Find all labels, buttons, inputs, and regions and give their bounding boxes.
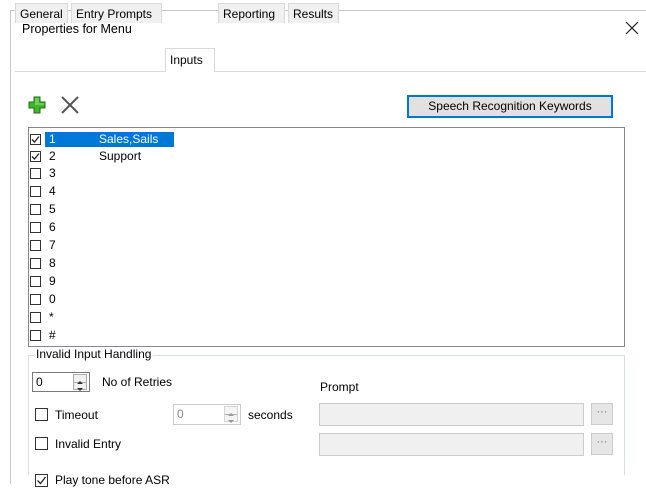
window-title: Properties for Menu <box>22 22 132 36</box>
input-key: 7 <box>49 238 56 252</box>
checkbox[interactable] <box>30 294 41 305</box>
list-item[interactable]: 0 <box>29 292 624 306</box>
speech-recognition-keywords-button[interactable]: Speech Recognition Keywords <box>407 95 613 118</box>
spinner-buttons[interactable] <box>73 374 87 391</box>
checkbox[interactable] <box>30 186 41 197</box>
input-key: # <box>49 328 56 342</box>
timeout-label: Timeout <box>55 408 98 422</box>
tab-results[interactable]: Results <box>288 3 339 23</box>
list-item[interactable]: 9 <box>29 274 624 288</box>
timeout-prompt-browse-button[interactable]: ··· <box>591 403 613 425</box>
checkbox[interactable] <box>30 258 41 269</box>
checkbox[interactable] <box>30 134 41 145</box>
list-item[interactable]: 8 <box>29 256 624 270</box>
tab-divider <box>15 71 646 72</box>
checkbox[interactable] <box>30 222 41 233</box>
tab-entry-prompts[interactable]: Entry Prompts <box>71 3 162 23</box>
tab-reporting[interactable]: Reporting <box>218 3 285 23</box>
timeout-value: 0 <box>177 407 184 421</box>
invalid-entry-prompt-browse-button[interactable]: ··· <box>591 433 613 455</box>
close-icon[interactable] <box>620 16 644 40</box>
checkbox[interactable] <box>30 330 41 341</box>
list-item[interactable]: 1 Sales,Sails <box>29 132 624 147</box>
seconds-label: seconds <box>248 408 293 422</box>
list-item[interactable]: 6 <box>29 220 624 234</box>
checkbox[interactable] <box>30 151 41 162</box>
tab-inputs[interactable]: Inputs <box>165 48 215 72</box>
x-icon[interactable] <box>60 96 80 114</box>
inputs-list[interactable]: 1 Sales,Sails 2 Support 3 4 5 6 7 8 9 0 … <box>28 127 625 347</box>
list-item[interactable]: 7 <box>29 238 624 252</box>
play-tone-checkbox[interactable] <box>35 474 48 487</box>
checkbox[interactable] <box>30 168 41 179</box>
timeout-checkbox[interactable] <box>35 408 48 421</box>
prompt-label: Prompt <box>320 380 359 394</box>
timeout-spinner[interactable]: 0 <box>173 404 241 425</box>
input-key: 8 <box>49 256 56 270</box>
invalid-entry-checkbox[interactable] <box>35 437 48 450</box>
checkbox[interactable] <box>30 312 41 323</box>
spinner-buttons[interactable] <box>224 406 238 423</box>
invalid-entry-prompt-field[interactable] <box>319 433 584 456</box>
group-legend: Invalid Input Handling <box>34 347 154 361</box>
spinner-down-icon[interactable] <box>225 414 237 423</box>
input-key: 4 <box>49 184 56 198</box>
retries-value: 0 <box>36 375 43 389</box>
list-item[interactable]: 4 <box>29 184 624 198</box>
list-item[interactable]: 3 <box>29 166 624 180</box>
list-item[interactable]: 2 Support <box>29 149 624 163</box>
input-key: 0 <box>49 292 56 306</box>
timeout-prompt-field[interactable] <box>319 403 584 426</box>
plus-icon[interactable] <box>28 96 46 114</box>
checkbox[interactable] <box>30 204 41 215</box>
input-description: Sales,Sails <box>99 132 159 146</box>
list-item[interactable]: 5 <box>29 202 624 216</box>
window-border <box>10 10 11 484</box>
tab-general[interactable]: General <box>15 3 68 23</box>
input-key: 5 <box>49 202 56 216</box>
input-key: 3 <box>49 166 56 180</box>
list-item[interactable]: # <box>29 328 624 342</box>
input-description: Support <box>99 149 142 163</box>
spinner-down-icon[interactable] <box>74 382 86 391</box>
play-tone-label: Play tone before ASR <box>55 473 170 487</box>
retries-label: No of Retries <box>102 375 173 389</box>
input-key: * <box>49 310 54 324</box>
list-item[interactable]: * <box>29 310 624 324</box>
checkbox[interactable] <box>30 240 41 251</box>
input-key: 9 <box>49 274 56 288</box>
input-key: 1 <box>49 132 56 146</box>
invalid-entry-label: Invalid Entry <box>55 437 122 451</box>
retries-spinner[interactable]: 0 <box>32 372 90 392</box>
input-key: 6 <box>49 220 56 234</box>
checkbox[interactable] <box>30 276 41 287</box>
input-key: 2 <box>49 149 56 163</box>
